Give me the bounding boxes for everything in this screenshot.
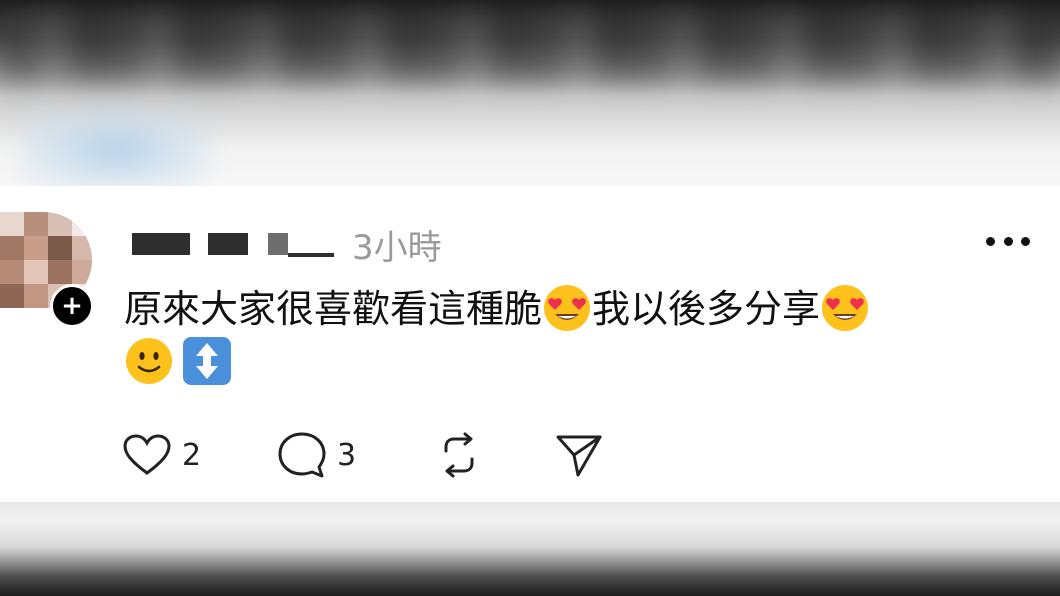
follow-plus-icon[interactable]: +: [50, 284, 94, 328]
blurred-content-strip: [0, 10, 1060, 80]
comment-button[interactable]: 3: [277, 431, 356, 479]
comment-icon: [278, 432, 326, 478]
repost-button[interactable]: [434, 431, 484, 479]
repost-icon: [444, 432, 474, 478]
blurred-image-fragment: [20, 110, 210, 186]
username-redacted[interactable]: [130, 233, 340, 257]
up-down-arrow-icon: [183, 337, 231, 385]
heart-icon: [123, 434, 171, 475]
post-body: 原來大家很喜歡看這種脆 我以後多分享: [124, 280, 1024, 338]
post-timestamp: 3小時: [352, 228, 442, 268]
more-options-icon[interactable]: [986, 226, 1030, 256]
post-text-part-2: 我以後多分享: [592, 287, 821, 331]
like-button[interactable]: 2: [122, 431, 201, 479]
slightly-smiling-emoji-icon: [126, 338, 172, 384]
comment-count: 3: [337, 437, 357, 473]
post-card: + 3小時 原來大家很喜歡看這種脆 我以後多分享 2 3: [0, 186, 1060, 502]
share-button[interactable]: [554, 431, 604, 479]
like-count: 2: [182, 437, 202, 473]
heart-eyes-emoji-icon: [544, 284, 591, 331]
heart-eyes-emoji-icon: [822, 284, 869, 331]
blurred-footer-area: [0, 502, 1060, 596]
emoji-line: [124, 336, 232, 386]
send-icon: [556, 435, 602, 477]
post-text-part-1: 原來大家很喜歡看這種脆: [124, 287, 543, 331]
blurred-header-area: [0, 0, 1060, 186]
